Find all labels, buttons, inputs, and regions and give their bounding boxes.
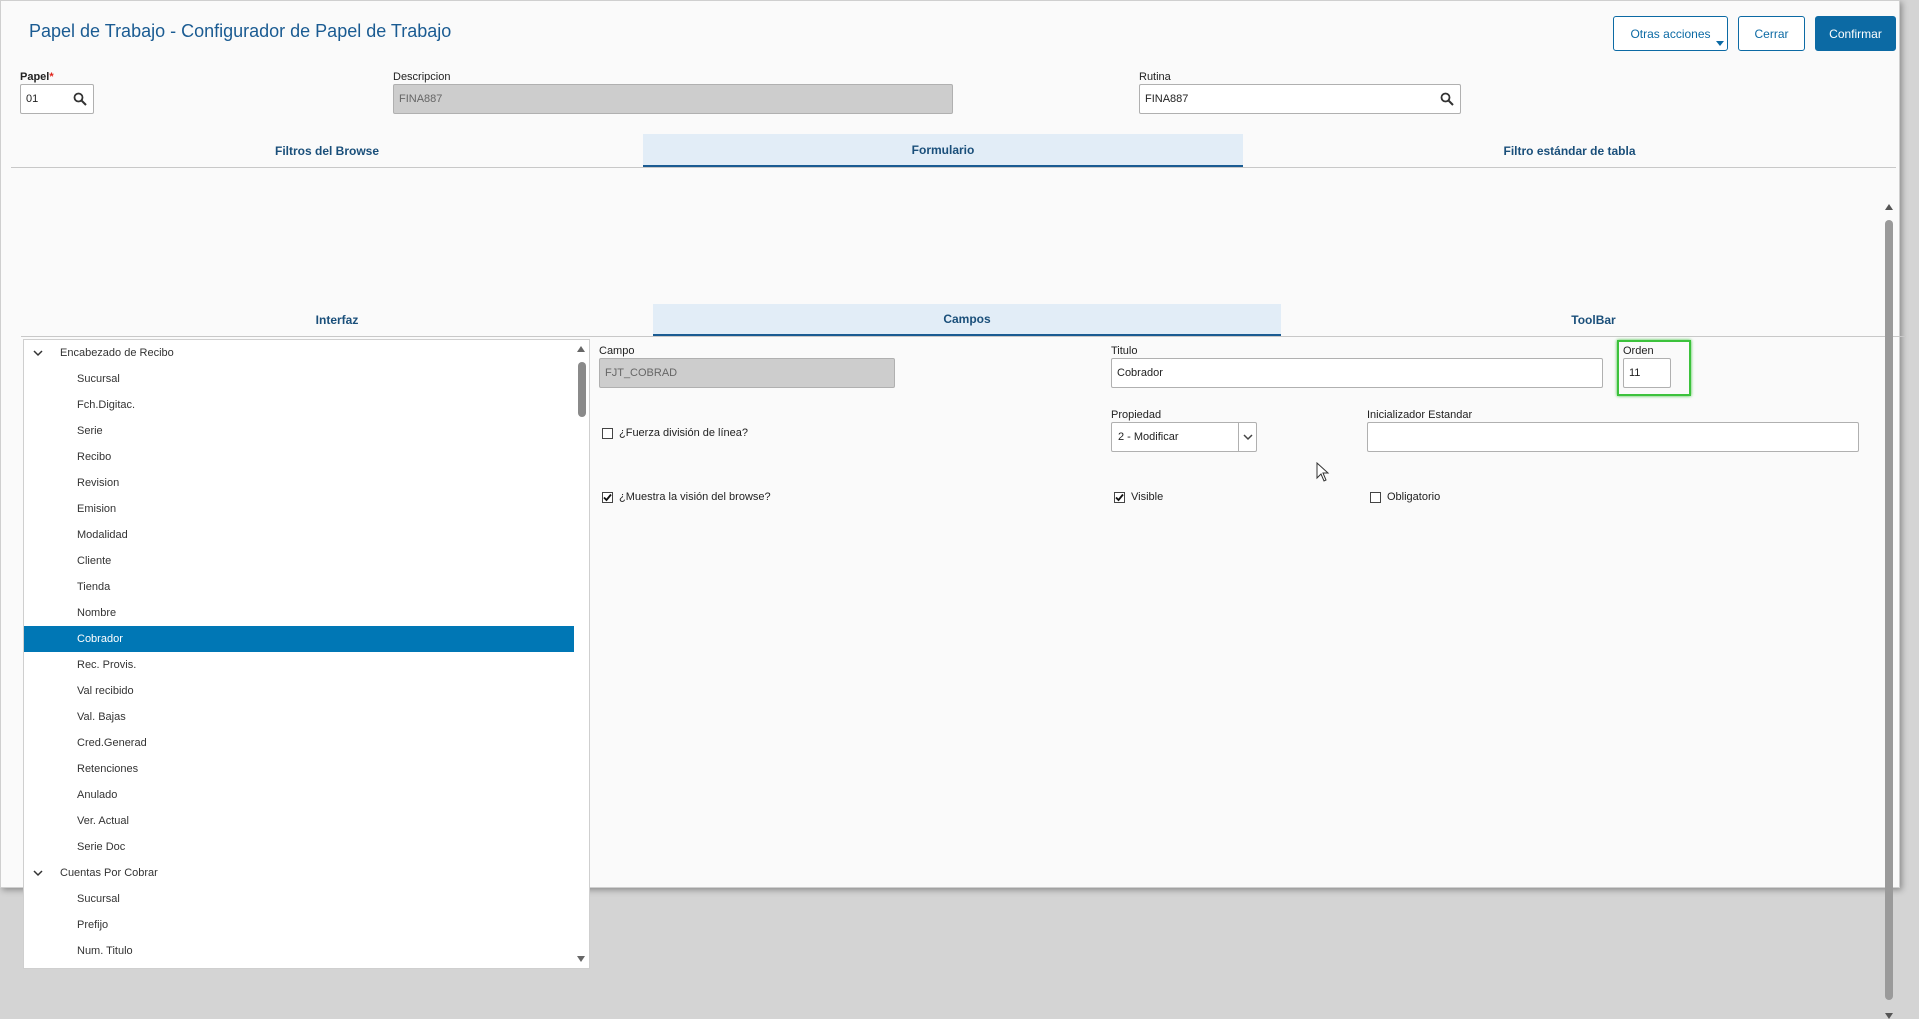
tree-group[interactable]: Cuentas Por Cobrar <box>24 860 574 886</box>
scroll-down-icon[interactable] <box>577 956 585 962</box>
confirm-button[interactable]: Confirmar <box>1815 16 1896 51</box>
scroll-up-icon[interactable] <box>1885 204 1893 210</box>
tree-item[interactable]: Num. Titulo <box>24 938 574 964</box>
muestra-vision-checkbox[interactable] <box>602 492 613 503</box>
required-mark: * <box>49 71 54 83</box>
tab-campos[interactable]: Campos <box>653 304 1281 336</box>
tree-group[interactable]: Encabezado de Recibo <box>24 340 574 366</box>
checkmark-icon <box>603 493 612 502</box>
fuerza-division-checkbox[interactable] <box>602 428 613 439</box>
tab-bar-secondary: Interfaz Campos ToolBar <box>21 304 1906 337</box>
caret-down-icon <box>1716 41 1724 46</box>
tree-item[interactable]: Anulado <box>24 782 574 808</box>
tree-item-selected[interactable]: Cobrador <box>24 626 574 652</box>
tree-item[interactable]: Ver. Actual <box>24 808 574 834</box>
tree-item[interactable]: Revision <box>24 470 574 496</box>
checkmark-icon <box>1115 493 1124 502</box>
papel-input[interactable]: 01 <box>20 84 94 114</box>
tree-item[interactable]: Recibo <box>24 444 574 470</box>
tree-group-label: Encabezado de Recibo <box>60 347 174 359</box>
muestra-vision-label: ¿Muestra la visión del browse? <box>619 491 771 503</box>
visible-label: Visible <box>1131 491 1164 503</box>
inicializador-input[interactable] <box>1367 422 1859 452</box>
orden-input[interactable]: 11 <box>1623 358 1671 388</box>
visible-checkbox[interactable] <box>1114 492 1125 503</box>
mouse-cursor-icon <box>1316 462 1330 482</box>
fuerza-division-label: ¿Fuerza división de línea? <box>619 427 749 439</box>
scroll-down-icon[interactable] <box>1885 1013 1893 1019</box>
tree-item[interactable]: Sucursal <box>24 366 574 392</box>
tab-interfaz[interactable]: Interfaz <box>21 304 653 336</box>
propiedad-label: Propiedad <box>1111 409 1162 421</box>
tree-item[interactable]: Cliente <box>24 548 574 574</box>
tab-formulario[interactable]: Formulario <box>643 134 1243 167</box>
chevron-down-icon[interactable] <box>1238 423 1256 451</box>
tab-filtros-browse[interactable]: Filtros del Browse <box>11 134 643 167</box>
tree-item[interactable]: Val recibido <box>24 678 574 704</box>
papel-label: Papel* <box>20 71 54 83</box>
campo-input: FJT_COBRAD <box>599 358 895 388</box>
rutina-label: Rutina <box>1139 71 1171 83</box>
tab-bar-primary: Filtros del Browse Formulario Filtro est… <box>11 134 1906 1019</box>
other-actions-button[interactable]: Otras acciones <box>1613 16 1728 51</box>
tree-item[interactable]: Rec. Provis. <box>24 652 574 678</box>
inicializador-label: Inicializador Estandar <box>1367 409 1473 421</box>
tree-item[interactable]: Modalidad <box>24 522 574 548</box>
rutina-value: FINA887 <box>1145 93 1189 105</box>
tree-item[interactable]: Emision <box>24 496 574 522</box>
search-icon[interactable] <box>1440 92 1454 106</box>
field-tree: Encabezado de Recibo Sucursal Fch.Digita… <box>23 339 590 969</box>
tree-item[interactable]: Prefijo <box>24 912 574 938</box>
tree-item[interactable]: Val. Bajas <box>24 704 574 730</box>
window-scroll-thumb[interactable] <box>1885 220 1893 1000</box>
titulo-label: Titulo <box>1111 345 1138 357</box>
tree-scroll-thumb[interactable] <box>578 362 586 417</box>
tree-item[interactable]: Retenciones <box>24 756 574 782</box>
orden-label: Orden <box>1623 345 1654 357</box>
tree-item[interactable]: Nombre <box>24 600 574 626</box>
rutina-input[interactable]: FINA887 <box>1139 84 1461 114</box>
tree-item[interactable]: Serie Doc <box>24 834 574 860</box>
campo-label: Campo <box>599 345 635 357</box>
tree-group-label: Cuentas Por Cobrar <box>60 867 158 879</box>
search-icon[interactable] <box>73 92 87 106</box>
tree-item[interactable]: Fch.Digitac. <box>24 392 574 418</box>
tree-item[interactable]: Sucursal <box>24 886 574 912</box>
tab-toolbar[interactable]: ToolBar <box>1281 304 1906 336</box>
chevron-down-icon[interactable] <box>32 867 44 879</box>
other-actions-label: Otras acciones <box>1630 26 1711 41</box>
tab-filtro-estandar[interactable]: Filtro estándar de tabla <box>1243 134 1896 167</box>
tree-scrollbar[interactable] <box>573 340 589 968</box>
main-window: Papel de Trabajo - Configurador de Papel… <box>0 0 1906 1019</box>
titulo-input[interactable]: Cobrador <box>1111 358 1603 388</box>
obligatorio-checkbox[interactable] <box>1370 492 1381 503</box>
tree-item[interactable]: Serie <box>24 418 574 444</box>
tree-item[interactable]: Cred.Generad <box>24 730 574 756</box>
page-title: Papel de Trabajo - Configurador de Papel… <box>29 21 452 41</box>
obligatorio-label: Obligatorio <box>1387 491 1441 503</box>
propiedad-value: 2 - Modificar <box>1118 431 1179 443</box>
chevron-down-icon[interactable] <box>32 347 44 359</box>
window-scrollbar[interactable] <box>1885 204 1894 1019</box>
descripcion-label: Descripcion <box>393 71 451 83</box>
close-button[interactable]: Cerrar <box>1738 16 1805 51</box>
propiedad-select[interactable]: 2 - Modificar <box>1111 422 1257 452</box>
tree-item[interactable]: Tienda <box>24 574 574 600</box>
papel-value: 01 <box>26 93 39 105</box>
scroll-up-icon[interactable] <box>577 346 585 352</box>
descripcion-input: FINA887 <box>393 84 953 114</box>
